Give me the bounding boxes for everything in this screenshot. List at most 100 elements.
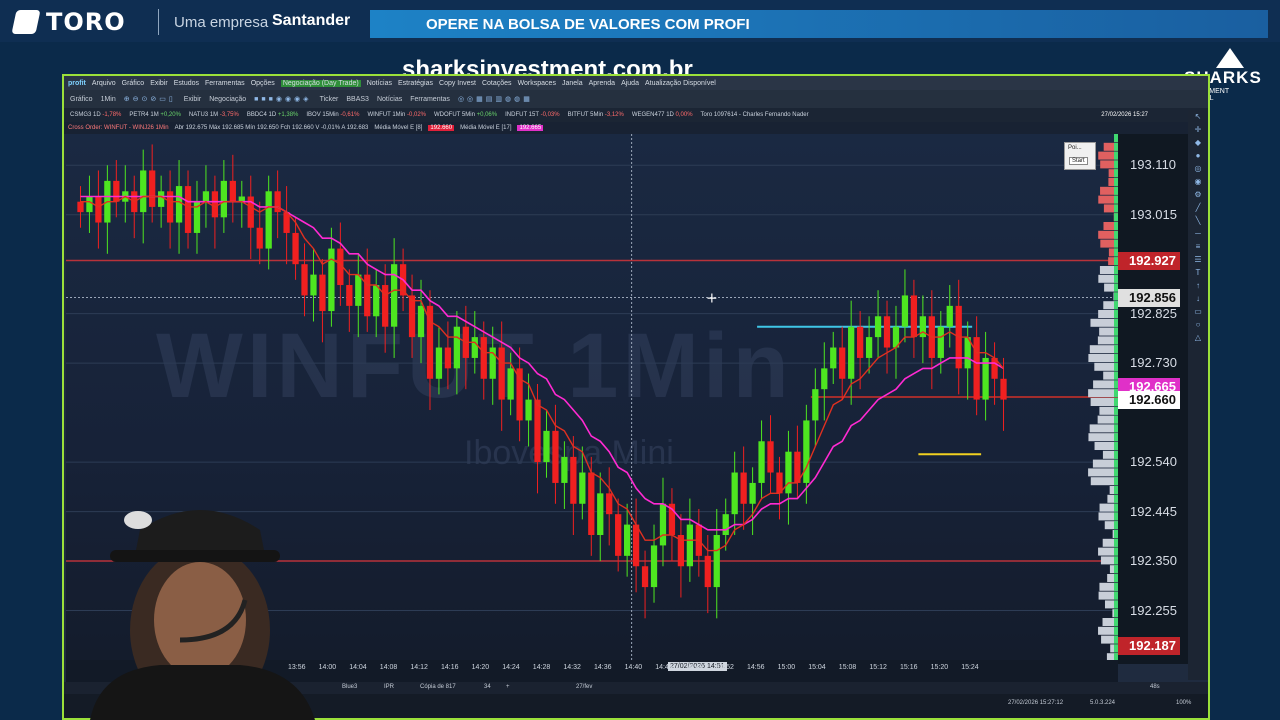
eye-icon[interactable]: ◉ bbox=[1188, 175, 1208, 188]
tab-copia[interactable]: Cópia de 817 bbox=[420, 684, 456, 690]
candle-body bbox=[982, 357, 989, 400]
toolbar-negociacao[interactable]: Negociação bbox=[209, 96, 246, 103]
candle-body bbox=[310, 274, 317, 296]
popup-window[interactable]: Poi... Start bbox=[1064, 142, 1096, 170]
ticker-tab[interactable]: PETR4 1M +0,20% bbox=[129, 112, 181, 118]
menu-item-update[interactable]: Atualização Disponível bbox=[645, 80, 716, 87]
zoom-tools-icon[interactable]: ⊕⊖⊙⊘▭▯ bbox=[124, 95, 176, 103]
toro-mark-icon bbox=[11, 10, 41, 34]
ticker-input[interactable]: BBAS3 bbox=[346, 96, 369, 103]
arrow-down-icon[interactable]: ↓ bbox=[1188, 292, 1208, 305]
ray-icon[interactable]: ╲ bbox=[1188, 214, 1208, 227]
candle-body bbox=[973, 337, 980, 400]
candle-body bbox=[830, 347, 837, 369]
candle-body bbox=[731, 472, 738, 515]
tools-icons[interactable]: ◎◎▦▤▥◍◍▦ bbox=[458, 95, 533, 103]
add-tab-button[interactable]: + bbox=[506, 684, 510, 690]
text-icon[interactable]: T bbox=[1188, 266, 1208, 279]
cursor-icon[interactable]: ↖ bbox=[1188, 110, 1208, 123]
menu-item[interactable]: Ferramentas bbox=[205, 80, 245, 87]
menu-item[interactable]: Notícias bbox=[367, 80, 392, 87]
toolbar-exibir[interactable]: Exibir bbox=[184, 96, 202, 103]
price-axis[interactable]: 192.927 192.856 192.665 192.660 192.187 … bbox=[1118, 134, 1188, 664]
ticker-tab[interactable]: WEGEN477 1D 0,00% bbox=[632, 112, 693, 118]
time-tick-label: 14:20 bbox=[471, 664, 490, 671]
webcam-shirt bbox=[90, 665, 315, 720]
menu-item[interactable]: Cotações bbox=[482, 80, 512, 87]
menu-item[interactable]: Arquivo bbox=[92, 80, 116, 87]
candle-body bbox=[659, 503, 667, 546]
channel-icon[interactable]: ≡ bbox=[1188, 240, 1208, 253]
price-tick-label: 192.825 bbox=[1130, 305, 1177, 321]
ticker-tab[interactable]: IBOV 15Min -0,61% bbox=[306, 112, 359, 118]
start-button[interactable]: Start bbox=[1069, 157, 1088, 165]
interval-selector[interactable]: 1Min bbox=[101, 96, 116, 103]
time-tick-label: 14:36 bbox=[594, 664, 612, 671]
record-icon[interactable]: ● bbox=[1188, 149, 1208, 162]
candle-body bbox=[552, 430, 559, 483]
candle-body bbox=[704, 555, 711, 588]
candle-body bbox=[328, 248, 335, 312]
time-tick-label: 14:48 bbox=[685, 664, 704, 671]
menu-item[interactable]: Estratégias bbox=[398, 80, 433, 87]
gear-icon[interactable]: ⚙ bbox=[1188, 188, 1208, 201]
menu-item[interactable]: Copy Invest bbox=[439, 80, 476, 87]
price-tick-label: 193.110 bbox=[1130, 157, 1177, 173]
time-tick-label: 15:24 bbox=[961, 664, 979, 671]
menu-item[interactable]: Ajuda bbox=[621, 80, 639, 87]
tab-ipr[interactable]: IPR bbox=[384, 684, 394, 690]
candle-body bbox=[641, 566, 649, 588]
crosshair-icon[interactable]: ✛ bbox=[1188, 123, 1208, 136]
mm8-value: 192.660 bbox=[428, 125, 455, 131]
candle-body bbox=[364, 274, 371, 317]
menu-item[interactable]: Estudos bbox=[174, 80, 199, 87]
toolbar-ferramentas[interactable]: Ferramentas bbox=[410, 96, 450, 103]
timer-label: 48s bbox=[1150, 684, 1160, 690]
menu-item[interactable]: Gráfico bbox=[122, 80, 145, 87]
menu-item[interactable]: Workspaces bbox=[518, 80, 556, 87]
tab-blue3[interactable]: Blue3 bbox=[342, 684, 357, 690]
circle-icon[interactable]: ○ bbox=[1188, 318, 1208, 331]
line-icon[interactable]: ╱ bbox=[1188, 201, 1208, 214]
cross-order-label[interactable]: Cross Order: WINFUT - WINJ26 1Min bbox=[68, 125, 169, 131]
rect-icon[interactable]: ▭ bbox=[1188, 305, 1208, 318]
hline-icon[interactable]: ─ bbox=[1188, 227, 1208, 240]
candle-body bbox=[937, 326, 944, 358]
ticker-tab[interactable]: NATU3 1M -3,75% bbox=[189, 112, 239, 118]
time-tick-label: 14:52 bbox=[716, 664, 734, 671]
toolbar-grafico[interactable]: Gráfico bbox=[70, 96, 93, 103]
drawing-toolbar: ↖ ✛ ◆ ● ◎ ◉ ⚙ ╱ ╲ ─ ≡ ☰ T ↑ ↓ ▭ ○ △ bbox=[1188, 110, 1208, 680]
candle-body bbox=[883, 316, 891, 348]
promo-banner[interactable]: OPERE NA BOLSA DE VALORES COM PROFI bbox=[370, 10, 1268, 38]
ticker-tab[interactable]: BBDC4 1D +1,38% bbox=[247, 112, 299, 118]
ticker-tab[interactable]: WINFUT 1Min -0,02% bbox=[367, 112, 426, 118]
menu-item[interactable]: Aprenda bbox=[589, 80, 615, 87]
toro-logo: TORO bbox=[11, 8, 126, 36]
volume-profile bbox=[1088, 134, 1120, 660]
candle-body bbox=[301, 264, 308, 296]
arrow-up-icon[interactable]: ↑ bbox=[1188, 279, 1208, 292]
menu-item[interactable]: Exibir bbox=[150, 80, 168, 87]
candle-body bbox=[211, 191, 219, 218]
menu-item[interactable]: Opções bbox=[251, 80, 275, 87]
pin-icon[interactable]: ◆ bbox=[1188, 136, 1208, 149]
triangle-icon[interactable]: △ bbox=[1188, 331, 1208, 344]
candle-body bbox=[848, 326, 855, 379]
order-tools-icon[interactable]: ■■■◉◉◉◈ bbox=[254, 95, 311, 103]
shark-fin-icon bbox=[1216, 48, 1244, 68]
time-tick-label: 14:28 bbox=[532, 664, 551, 671]
fibo-icon[interactable]: ☰ bbox=[1188, 253, 1208, 266]
ticker-tab[interactable]: INDFUT 15T -0,03% bbox=[505, 112, 559, 118]
candle-body bbox=[615, 514, 622, 556]
menu-item[interactable]: Janela bbox=[562, 80, 583, 87]
target-icon[interactable]: ◎ bbox=[1188, 162, 1208, 175]
menu-item-daytrade[interactable]: Negociação (Day Trade) bbox=[280, 79, 361, 87]
tab-34[interactable]: 34 bbox=[484, 684, 491, 690]
toolbar-noticias[interactable]: Notícias bbox=[377, 96, 402, 103]
ticker-tab[interactable]: CSMG3 1D -1,78% bbox=[70, 112, 121, 118]
candle-body bbox=[758, 441, 765, 483]
ticker-tab-account[interactable]: Toro 1097614 - Charles Fernando Nader bbox=[701, 112, 809, 118]
candle-body bbox=[373, 285, 380, 317]
ticker-tab[interactable]: WDOFUT 5Min +0,06% bbox=[434, 112, 497, 118]
ticker-tab[interactable]: BITFUT 5Min -3,12% bbox=[568, 112, 624, 118]
